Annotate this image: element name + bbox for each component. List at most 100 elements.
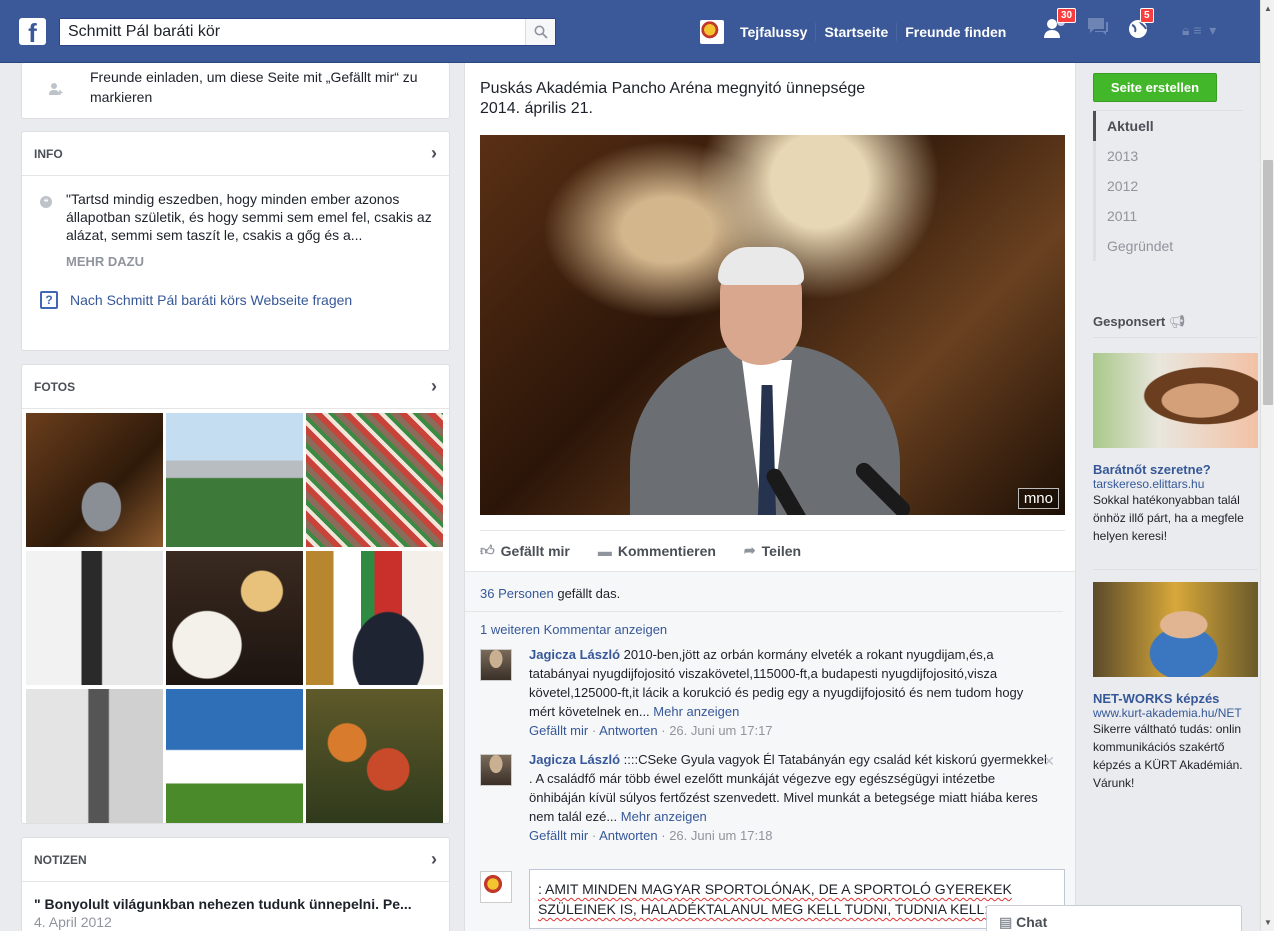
timeline-year-nav: Aktuell 2013 2012 2011 Gegründet — [1093, 110, 1243, 261]
search-icon — [534, 25, 548, 39]
comment-reply-link[interactable]: Antworten — [599, 723, 658, 738]
ad-description: Várunk! — [1093, 776, 1135, 790]
scroll-down-icon[interactable]: ▼ — [1264, 918, 1272, 927]
invite-friends-link[interactable]: Freunde einladen, um diese Seite mit „Ge… — [90, 67, 440, 107]
info-body: ❝ "Tartsd mindig eszedben, hogy minden e… — [22, 176, 449, 309]
notifications-button[interactable]: 5 — [1126, 8, 1156, 46]
megaphone-icon[interactable]: 📢︎ — [1169, 314, 1186, 329]
post-text: Puskás Akadémia Pancho Aréna megnyitó ün… — [480, 79, 865, 119]
timeline-item-2012[interactable]: 2012 — [1093, 171, 1243, 201]
photos-header[interactable]: FOTOS › — [22, 365, 449, 409]
likes-count-link[interactable]: 36 Personen — [480, 586, 554, 601]
note-title-link[interactable]: " Bonyolult világunkban nehezen tudunk ü… — [22, 882, 449, 912]
friend-requests-badge: 30 — [1057, 8, 1077, 23]
share-label: Teilen — [761, 542, 802, 559]
see-more-link[interactable]: Mehr anzeigen — [653, 704, 739, 719]
ad-image[interactable] — [1093, 353, 1258, 448]
scrollbar-thumb[interactable] — [1263, 160, 1273, 405]
post-actions: 👍︎ Gefällt mir ▬ Kommentieren ➦ Teilen — [480, 530, 1065, 570]
nav-find-friends-link[interactable]: Freunde finden — [897, 23, 1014, 41]
messages-button[interactable] — [1086, 16, 1116, 46]
share-button[interactable]: ➦ Teilen — [744, 542, 801, 559]
write-comment-box: : AMIT MINDEN MAGYAR SPORTOLÓNAK, DE A S… — [480, 869, 1065, 929]
photos-title: FOTOS — [34, 379, 76, 394]
chevron-right-icon[interactable]: › — [431, 849, 437, 870]
photo-thumbnail[interactable] — [26, 689, 163, 823]
search-button[interactable] — [525, 19, 555, 45]
comment-author[interactable]: Jagicza László — [529, 647, 620, 662]
ask-website-row[interactable]: ? Nach Schmitt Pál baráti körs Webseite … — [36, 291, 435, 309]
commenter-avatar[interactable] — [480, 754, 512, 786]
page-scrollbar[interactable]: ▲ ▼ — [1260, 0, 1274, 931]
chevron-right-icon[interactable]: › — [431, 376, 437, 397]
info-quote-text: "Tartsd mindig eszedben, hogy minden emb… — [66, 191, 432, 243]
photo-thumbnail[interactable] — [166, 689, 303, 823]
comment-author[interactable]: Jagicza László — [529, 752, 620, 767]
photo-thumbnail[interactable] — [306, 413, 443, 547]
timeline-item-2011[interactable]: 2011 — [1093, 201, 1243, 231]
notes-title: NOTIZEN — [34, 852, 87, 867]
post-photo[interactable]: mno — [480, 135, 1065, 515]
ad-description: Sikerre váltható tudás: onlin — [1093, 722, 1242, 736]
photo-thumbnail[interactable] — [26, 551, 163, 685]
friend-requests-button[interactable]: 30 — [1043, 8, 1077, 46]
chevron-right-icon[interactable]: › — [431, 143, 437, 164]
photo-thumbnail[interactable] — [306, 689, 443, 823]
notes-card: NOTIZEN › " Bonyolult világunkban neheze… — [21, 837, 450, 931]
like-button[interactable]: 👍︎ Gefällt mir — [480, 542, 570, 559]
facebook-logo-icon[interactable]: f — [19, 18, 46, 45]
ad-divider — [1093, 569, 1258, 570]
info-header[interactable]: INFO › — [22, 132, 449, 176]
chat-tab[interactable]: ▤ Chat — [986, 905, 1242, 931]
messages-icon — [1088, 18, 1108, 35]
photo-thumbnail[interactable] — [26, 413, 163, 547]
sponsored-ad[interactable]: NET-WORKS képzés www.kurt-akademia.hu/NE… — [1093, 582, 1258, 792]
comment: Jagicza László 2010-ben,jött az orbán ko… — [465, 641, 1065, 746]
comment-input[interactable]: : AMIT MINDEN MAGYAR SPORTOLÓNAK, DE A S… — [529, 869, 1065, 929]
timeline-item-2013[interactable]: 2013 — [1093, 141, 1243, 171]
more-comments-link[interactable]: 1 weiteren Kommentar anzeigen — [480, 622, 667, 637]
search-input[interactable] — [60, 19, 520, 45]
timeline-item-current[interactable]: Aktuell — [1093, 111, 1243, 141]
comment-like-link[interactable]: Gefällt mir — [529, 723, 588, 738]
timeline-item-founded[interactable]: Gegründet — [1093, 231, 1243, 261]
nav-home-link[interactable]: Startseite — [816, 23, 898, 41]
create-page-button[interactable]: Seite erstellen — [1093, 73, 1217, 102]
invite-friend-icon — [49, 83, 63, 95]
comment-meta: Gefällt mir · Antworten · 26. Juni um 17… — [529, 723, 773, 738]
scroll-up-icon[interactable]: ▲ — [1264, 4, 1272, 13]
ad-url[interactable]: tarskereso.elittars.hu — [1093, 477, 1258, 491]
close-icon[interactable]: ✕ — [1043, 752, 1055, 771]
info-card: INFO › ❝ "Tartsd mindig eszedben, hogy m… — [21, 131, 450, 351]
user-avatar[interactable] — [700, 20, 724, 44]
photo-thumbnail[interactable] — [166, 551, 303, 685]
comment-button[interactable]: ▬ Kommentieren — [598, 543, 716, 559]
chat-label: Chat — [1016, 914, 1048, 930]
comment-reply-link[interactable]: Antworten — [599, 828, 658, 843]
comment-time[interactable]: 26. Juni um 17:17 — [669, 723, 772, 738]
ad-title[interactable]: Barátnőt szeretne? — [1093, 462, 1258, 477]
comment-like-link[interactable]: Gefällt mir — [529, 828, 588, 843]
chat-icon: ▤ — [999, 914, 1013, 930]
ad-url[interactable]: www.kurt-akademia.hu/NET — [1093, 706, 1258, 720]
quote-icon: ❝ — [40, 196, 52, 208]
nav-profile-link[interactable]: Tejfalussy — [732, 23, 817, 41]
ad-image[interactable] — [1093, 582, 1258, 677]
see-more-link[interactable]: Mehr anzeigen — [621, 809, 707, 824]
photo-thumbnail[interactable] — [306, 551, 443, 685]
notes-header[interactable]: NOTIZEN › — [22, 838, 449, 882]
commenter-avatar[interactable] — [480, 649, 512, 681]
comments-section: 36 Personen gefällt das. 1 weiteren Komm… — [465, 571, 1075, 931]
sponsored-ad[interactable]: Barátnőt szeretne? tarskereso.elittars.h… — [1093, 353, 1258, 545]
photo-thumbnail[interactable] — [166, 413, 303, 547]
comment-time[interactable]: 26. Juni um 17:18 — [669, 828, 772, 843]
privacy-shortcuts-icon[interactable]: 🔒︎ ≡ ▾ — [1182, 22, 1216, 39]
invite-friends-card: Freunde einladen, um diese Seite mit „Ge… — [21, 63, 450, 119]
photo-person-hair — [718, 247, 804, 285]
search-box — [59, 18, 556, 46]
ad-title[interactable]: NET-WORKS képzés — [1093, 691, 1258, 706]
ad-description: Sokkal hatékonyabban talál — [1093, 493, 1240, 507]
ask-website-link[interactable]: Nach Schmitt Pál baráti körs Webseite fr… — [70, 292, 352, 308]
info-more-link[interactable]: MEHR DAZU — [66, 254, 435, 269]
post-text-line: Puskás Akadémia Pancho Aréna megnyitó ün… — [480, 80, 866, 97]
